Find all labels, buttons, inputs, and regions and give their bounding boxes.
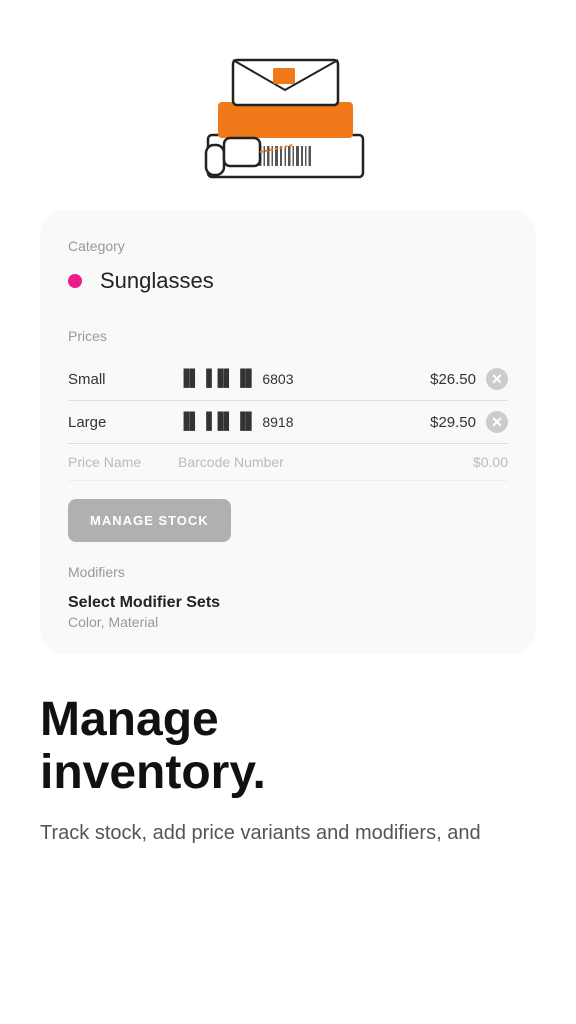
barcode-icon: ▐▌▐▐▌▐▌ (178, 370, 257, 388)
barcode-number-input[interactable]: Barcode Number (178, 454, 428, 470)
barcode-cell-large: ▐▌▐▐▌▐▌ 8918 (178, 413, 396, 431)
subtext: Track stock, add price variants and modi… (40, 818, 536, 848)
category-row: Sunglasses (68, 268, 508, 304)
price-amount-small: $26.50 (406, 371, 476, 388)
barcode-cell-small: ▐▌▐▐▌▐▌ 6803 (178, 370, 396, 388)
remove-large-button[interactable]: ✕ (486, 411, 508, 433)
headline-line1: Manage (40, 693, 219, 746)
price-name-input[interactable]: Price Name (68, 454, 168, 470)
modifiers-label: Modifiers (68, 564, 508, 580)
price-input-row[interactable]: Price Name Barcode Number $0.00 (68, 444, 508, 481)
price-amount-large: $29.50 (406, 414, 476, 431)
bottom-text-section: Manage inventory. Track stock, add price… (0, 684, 576, 888)
barcode-value-small: 6803 (262, 371, 293, 387)
modifiers-section: Modifiers Select Modifier Sets Color, Ma… (68, 564, 508, 630)
price-amount-input[interactable]: $0.00 (438, 454, 508, 470)
barcode-icon-2: ▐▌▐▐▌▐▌ (178, 413, 257, 431)
barcode-value-large: 8918 (262, 414, 293, 430)
price-name-large: Large (68, 414, 168, 431)
product-card: Category Sunglasses Prices Small ▐▌▐▐▌▐▌… (40, 210, 536, 654)
prices-section: Prices Small ▐▌▐▐▌▐▌ 6803 $26.50 ✕ Large… (68, 328, 508, 542)
remove-small-button[interactable]: ✕ (486, 368, 508, 390)
inventory-illustration (178, 30, 398, 190)
price-name-small: Small (68, 371, 168, 388)
category-dot (68, 274, 82, 288)
modifiers-sub: Color, Material (68, 614, 508, 630)
category-label: Category (68, 238, 508, 254)
illustration-area (0, 0, 576, 200)
prices-label: Prices (68, 328, 508, 344)
select-modifier-sets[interactable]: Select Modifier Sets (68, 594, 508, 612)
manage-stock-button[interactable]: MANAGE STOCK (68, 499, 231, 542)
category-name: Sunglasses (100, 268, 214, 294)
headline: Manage inventory. (40, 694, 536, 800)
price-row-large: Large ▐▌▐▐▌▐▌ 8918 $29.50 ✕ (68, 401, 508, 444)
headline-line2: inventory. (40, 746, 266, 799)
price-row: Small ▐▌▐▐▌▐▌ 6803 $26.50 ✕ (68, 358, 508, 401)
